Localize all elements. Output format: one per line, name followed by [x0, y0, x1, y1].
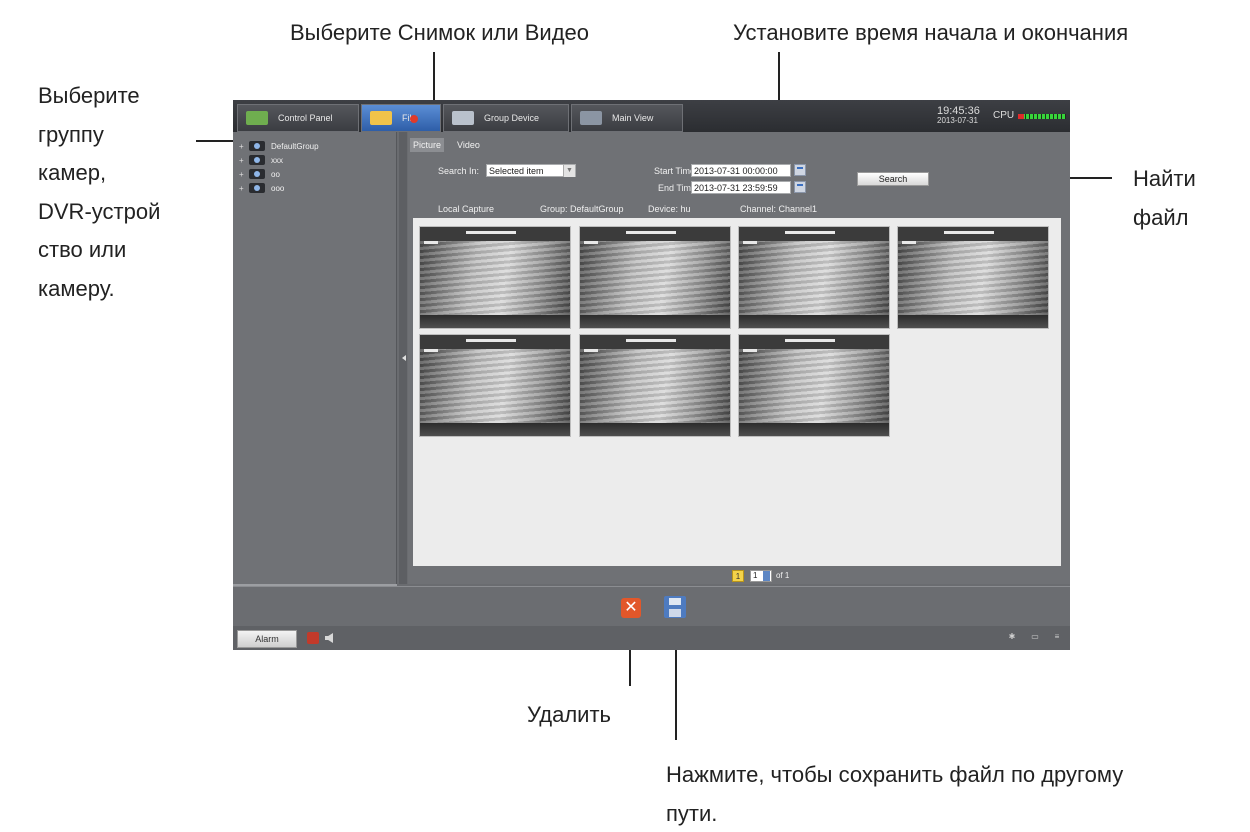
- tab-file[interactable]: File: [361, 104, 441, 132]
- page-current[interactable]: 1: [732, 570, 744, 582]
- alarm-mute-icon[interactable]: [307, 632, 319, 644]
- annotation-delete: Удалить: [527, 702, 611, 727]
- annotation-line: камеру.: [38, 275, 115, 301]
- annotation-find-file: Найти файл: [1133, 160, 1196, 237]
- tab-main-view[interactable]: Main View: [571, 104, 683, 132]
- clock-date: 2013-07-31: [937, 116, 978, 125]
- annotation-line: Найти: [1133, 166, 1196, 191]
- start-time-field[interactable]: 2013-07-31 00:00:00: [691, 164, 791, 177]
- annotation-line: группу: [38, 121, 104, 147]
- window-icon[interactable]: ▭: [1031, 633, 1039, 641]
- pager: 1 1 of 1: [408, 566, 1070, 584]
- pin-icon[interactable]: ✱: [1008, 633, 1016, 641]
- tab-group-device[interactable]: Group Device: [443, 104, 569, 132]
- tree-item-xxx[interactable]: + xxx: [239, 154, 283, 166]
- action-bar: [233, 586, 1070, 626]
- save-button[interactable]: [664, 596, 686, 618]
- annotation-set-time: Установите время начала и окончания: [733, 20, 1129, 45]
- clock: 19:45:36 2013-07-31: [937, 106, 980, 126]
- view-icon: [580, 111, 602, 125]
- cpu-label: CPU: [993, 110, 1015, 121]
- tab-video[interactable]: Video: [454, 138, 483, 152]
- folder-icon: [370, 111, 392, 125]
- annotation-line: Нажмите, чтобы сохранить файл по другому: [666, 762, 1124, 787]
- annotation-line: DVR-устрой: [38, 198, 161, 224]
- group-label: Group: DefaultGroup: [540, 204, 624, 214]
- local-capture-label: Local Capture: [438, 204, 495, 214]
- search-button[interactable]: Search: [857, 172, 929, 186]
- thumbnail[interactable]: [738, 334, 890, 437]
- close-icon[interactable]: [410, 115, 418, 123]
- expand-icon[interactable]: +: [239, 156, 245, 165]
- thumbnail[interactable]: [579, 334, 731, 437]
- page-total: of 1: [776, 571, 790, 580]
- chevron-left-icon[interactable]: [402, 355, 406, 361]
- end-time-field[interactable]: 2013-07-31 23:59:59: [691, 181, 791, 194]
- top-toolbar: Control Panel File Group Device Main Vie…: [233, 100, 1070, 132]
- app-window: Control Panel File Group Device Main Vie…: [233, 100, 1070, 650]
- save-icon-label: [669, 609, 681, 617]
- tab-label: Main View: [612, 113, 654, 123]
- tree-item-label: xxx: [271, 155, 283, 165]
- expand-icon[interactable]: +: [239, 184, 245, 193]
- thumbnail[interactable]: [738, 226, 890, 329]
- annotation-line: Выберите: [38, 83, 140, 108]
- tree-item-oo[interactable]: + oo: [239, 168, 280, 180]
- tree-item-label: DefaultGroup: [271, 141, 319, 151]
- search-in-label: Search In:: [438, 166, 480, 176]
- expand-icon[interactable]: +: [239, 170, 245, 179]
- expand-icon[interactable]: +: [239, 142, 245, 151]
- camera-icon: [249, 155, 265, 165]
- alarm-tab[interactable]: Alarm: [237, 630, 297, 648]
- camera-icon: [249, 141, 265, 151]
- thumbnail[interactable]: [897, 226, 1049, 329]
- connector-line: [675, 640, 677, 740]
- menu-icon[interactable]: ≡: [1053, 633, 1061, 641]
- annotation-select-type: Выберите Снимок или Видео: [290, 20, 589, 45]
- tab-label: Group Device: [484, 113, 540, 123]
- tab-picture[interactable]: Picture: [410, 138, 445, 152]
- calendar-icon[interactable]: [794, 181, 806, 193]
- page-stepper[interactable]: [763, 571, 770, 581]
- thumbnail[interactable]: [579, 226, 731, 329]
- tab-label: Control Panel: [278, 113, 333, 123]
- annotation-select-group: Выберите группу камер, DVR-устрой ство и…: [38, 77, 160, 308]
- cpu-meter-peak: [1018, 114, 1024, 119]
- file-panel: Picture Video Search In: Selected item ▼…: [408, 132, 1070, 584]
- camera-icon: [249, 169, 265, 179]
- annotation-line: ство или: [38, 237, 127, 262]
- thumbnail[interactable]: [419, 226, 571, 329]
- device-label: Device: hu: [648, 204, 691, 214]
- channel-label: Channel: Channel1: [740, 204, 818, 214]
- clock-time: 19:45:36: [937, 105, 980, 117]
- thumbnail-grid: [413, 218, 1061, 566]
- annotation-line: пути.: [666, 800, 718, 826]
- device-tree: + DefaultGroup + xxx + oo + ooo: [233, 132, 397, 584]
- device-icon: [452, 111, 474, 125]
- delete-button[interactable]: ✕: [621, 598, 641, 618]
- tab-control-panel[interactable]: Control Panel: [237, 104, 359, 132]
- tree-item-ooo[interactable]: + ooo: [239, 182, 284, 194]
- save-icon: [669, 598, 681, 605]
- calendar-icon[interactable]: [794, 164, 806, 176]
- chevron-down-icon[interactable]: ▼: [563, 165, 575, 177]
- camera-icon: [249, 183, 265, 193]
- tree-item-label: oo: [271, 169, 280, 179]
- status-bar: [233, 626, 1070, 650]
- annotation-line: камер,: [38, 160, 107, 185]
- annotation-save: Нажмите, чтобы сохранить файл по другому…: [666, 756, 1123, 832]
- cpu-meter: [1018, 114, 1066, 119]
- tree-item-defaultgroup[interactable]: + DefaultGroup: [239, 140, 319, 152]
- thumbnail[interactable]: [419, 334, 571, 437]
- annotation-line: файл: [1133, 204, 1189, 230]
- tree-item-label: ooo: [271, 183, 285, 193]
- monitor-icon: [246, 111, 268, 125]
